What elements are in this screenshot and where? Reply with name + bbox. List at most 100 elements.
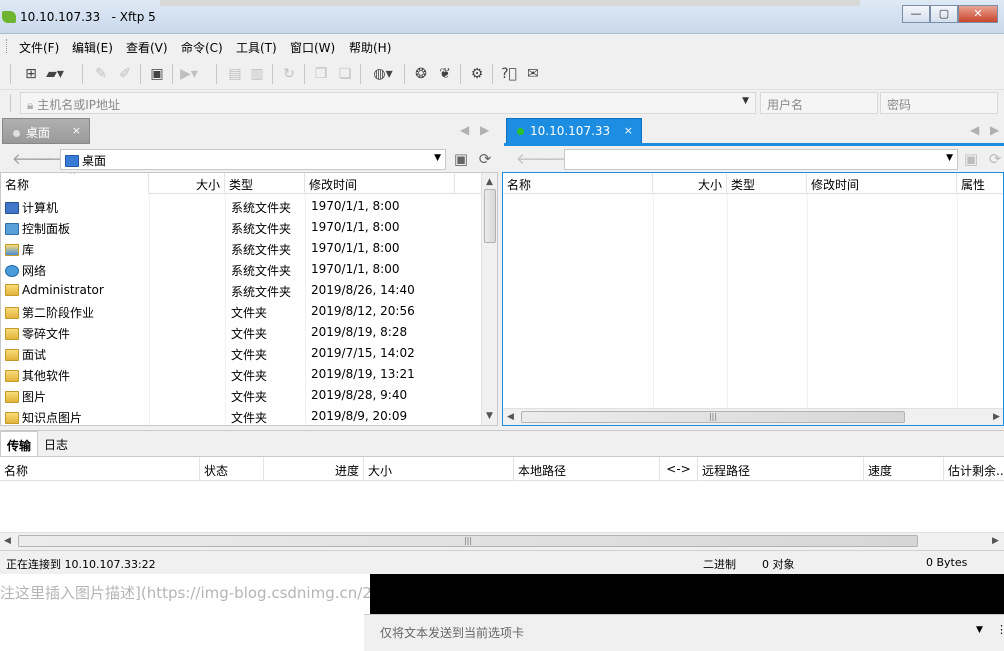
list-item[interactable]: 库 系统文件夹 1970/1/1, 8:00	[1, 238, 497, 259]
maximize-button[interactable]: ▢	[930, 5, 958, 23]
minimize-button[interactable]: —	[902, 5, 930, 23]
new-folder-icon[interactable]: ▣	[962, 151, 980, 167]
tab-local-desktop[interactable]: 桌面 ×	[2, 118, 90, 144]
transfer-horizontal-scrollbar[interactable]: ◀ ||| ▶	[0, 532, 1004, 549]
xftp-icon[interactable]: ❦	[436, 65, 454, 83]
disconnect-icon[interactable]: ✐	[116, 65, 134, 83]
column-header-size[interactable]: 大小	[364, 457, 514, 481]
refresh-icon[interactable]: ⟳	[986, 151, 1004, 167]
column-header-local-path[interactable]: 本地路径	[514, 457, 660, 481]
send-options-icon[interactable]: ⋮	[996, 623, 1004, 636]
menu-command[interactable]: 命令(C)	[181, 39, 223, 56]
refresh-icon[interactable]: ⟳	[476, 151, 494, 167]
column-header-type[interactable]: 类型	[225, 173, 305, 194]
remote-horizontal-scrollbar[interactable]: ◀ ||| ▶	[503, 408, 1003, 425]
list-item[interactable]: 计算机 系统文件夹 1970/1/1, 8:00	[1, 196, 497, 217]
list-item[interactable]: 图片 文件夹 2019/8/28, 9:40	[1, 385, 497, 406]
menu-help[interactable]: 帮助(H)	[349, 39, 391, 56]
doc2-icon[interactable]: ▥	[248, 65, 266, 83]
help-icon[interactable]: ?⃝	[500, 65, 518, 83]
new-session-icon[interactable]: ⊞	[22, 65, 40, 83]
scroll-thumb[interactable]: |||	[18, 535, 918, 547]
list-item[interactable]: 网络 系统文件夹 1970/1/1, 8:00	[1, 259, 497, 280]
local-vertical-scrollbar[interactable]: ▲ ▼	[481, 173, 497, 425]
tab-scroll-right-icon[interactable]: ▶	[990, 123, 999, 137]
list-item[interactable]: 零碎文件 文件夹 2019/8/19, 8:28	[1, 322, 497, 343]
column-header-name[interactable]: 名称 ^	[1, 173, 149, 194]
paste-icon[interactable]: ❏	[336, 65, 354, 83]
close-button[interactable]: ✕	[958, 5, 998, 23]
path-dropdown-icon[interactable]: ▼	[434, 153, 441, 163]
file-type: 文件夹	[231, 327, 268, 341]
doc-icon[interactable]: ▤	[226, 65, 244, 83]
tab-close-icon[interactable]: ×	[624, 124, 633, 137]
list-item[interactable]: 知识点图片 文件夹 2019/8/9, 20:09	[1, 406, 497, 425]
scroll-right-icon[interactable]: ▶	[993, 412, 1000, 422]
list-item[interactable]: 面试 文件夹 2019/7/15, 14:02	[1, 343, 497, 364]
chat-icon[interactable]: ✉	[524, 65, 542, 83]
column-header-size[interactable]: 大小	[149, 173, 225, 194]
globe-icon[interactable]: ◍▾	[368, 65, 398, 83]
scroll-right-icon[interactable]: ▶	[992, 536, 999, 546]
back-arrow-icon[interactable]: 🡐	[12, 151, 52, 167]
scroll-down-icon[interactable]: ▼	[486, 411, 493, 421]
column-header-eta[interactable]: 估计剩余...	[944, 457, 1004, 481]
scroll-up-icon[interactable]: ▲	[486, 177, 493, 187]
list-item[interactable]: 第二阶段作业 文件夹 2019/8/12, 20:56	[1, 301, 497, 322]
list-item[interactable]: 控制面板 系统文件夹 1970/1/1, 8:00	[1, 217, 497, 238]
menu-tools[interactable]: 工具(T)	[236, 39, 277, 56]
tab-scroll-right-icon[interactable]: ▶	[480, 123, 489, 137]
column-header-direction[interactable]: <->	[660, 457, 698, 481]
refresh-icon[interactable]: ↻	[280, 65, 298, 83]
tab-close-icon[interactable]: ×	[72, 124, 81, 137]
column-header-progress[interactable]: 进度	[264, 457, 364, 481]
send-text-bar[interactable]: 仅将文本发送到当前选项卡 ▼ ⋮	[364, 614, 1004, 651]
host-input[interactable]: 🔒︎ 主机名或IP地址 ▼	[20, 92, 756, 114]
menu-file[interactable]: 文件(F)	[19, 39, 59, 56]
path-dropdown-icon[interactable]: ▼	[946, 153, 953, 163]
tab-transfer[interactable]: 传输	[0, 431, 39, 457]
scroll-thumb[interactable]	[484, 189, 496, 243]
column-header-speed[interactable]: 速度	[864, 457, 944, 481]
play-icon[interactable]: ▶▾	[180, 65, 198, 83]
tab-remote-session[interactable]: 10.10.107.33 ×	[506, 118, 642, 144]
column-header-status[interactable]: 状态	[200, 457, 264, 481]
forward-arrow-icon[interactable]: 🡒	[37, 151, 77, 167]
password-input[interactable]: 密码	[880, 92, 998, 114]
column-header-modified[interactable]: 修改时间	[305, 173, 455, 194]
open-folder-icon[interactable]: ▰▾	[46, 65, 64, 83]
menu-edit[interactable]: 编辑(E)	[72, 39, 113, 56]
settings-icon[interactable]: ⚙	[468, 65, 486, 83]
column-header-type[interactable]: 类型	[727, 173, 807, 194]
local-path-combo[interactable]: 桌面 ▼	[60, 149, 446, 170]
menu-window[interactable]: 窗口(W)	[290, 39, 335, 56]
file-size	[149, 238, 225, 259]
remote-path-combo[interactable]: ▼	[564, 149, 958, 170]
xshell-icon[interactable]: ❂	[412, 65, 430, 83]
file-name: 图片	[22, 390, 47, 404]
forward-arrow-icon[interactable]: 🡒	[541, 151, 581, 167]
connect-icon[interactable]: ✎	[92, 65, 110, 83]
list-item[interactable]: 其他软件 文件夹 2019/8/19, 13:21	[1, 364, 497, 385]
copy-icon[interactable]: ❐	[312, 65, 330, 83]
tab-scroll-left-icon[interactable]: ◀	[970, 123, 979, 137]
list-item[interactable]: Administrator 系统文件夹 2019/8/26, 14:40	[1, 280, 497, 301]
send-dropdown-icon[interactable]: ▼	[976, 625, 983, 635]
scroll-left-icon[interactable]: ◀	[4, 536, 11, 546]
tab-scroll-left-icon[interactable]: ◀	[460, 123, 469, 137]
scroll-left-icon[interactable]: ◀	[507, 412, 514, 422]
column-header-remote-path[interactable]: 远程路径	[698, 457, 864, 481]
column-header-attributes[interactable]: 属性	[957, 173, 1003, 194]
username-input[interactable]: 用户名	[760, 92, 878, 114]
menu-view[interactable]: 查看(V)	[126, 39, 168, 56]
column-header-name[interactable]: 名称	[0, 457, 200, 481]
scroll-thumb[interactable]: |||	[521, 411, 905, 423]
host-dropdown-icon[interactable]: ▼	[742, 96, 749, 106]
tab-log[interactable]: 日志	[38, 431, 74, 457]
back-arrow-icon[interactable]: 🡐	[516, 151, 556, 167]
column-header-modified[interactable]: 修改时间	[807, 173, 957, 194]
column-header-name[interactable]: 名称	[503, 173, 653, 194]
properties-icon[interactable]: ▣	[148, 65, 166, 83]
column-header-size[interactable]: 大小	[653, 173, 727, 194]
new-folder-icon[interactable]: ▣	[452, 151, 470, 167]
